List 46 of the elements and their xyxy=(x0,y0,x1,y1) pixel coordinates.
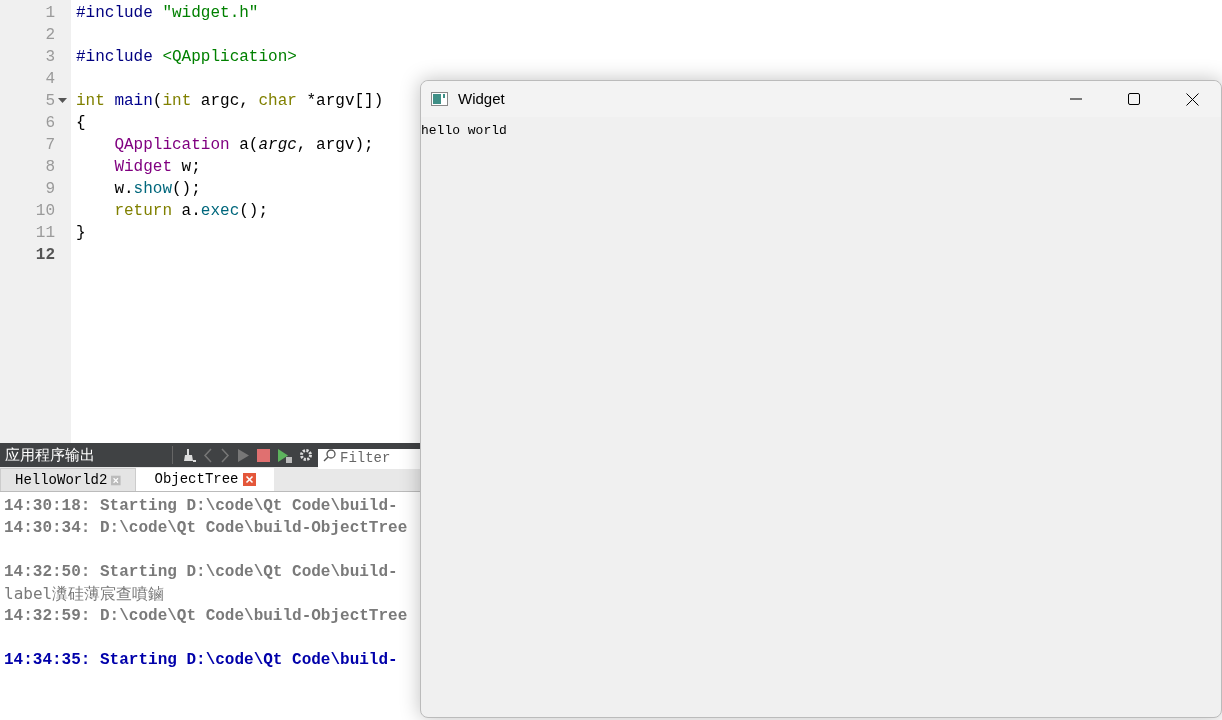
line-number: 1 xyxy=(45,3,55,24)
code-line: Widget w; xyxy=(113,157,201,178)
app-icon xyxy=(431,92,448,106)
code-line: int main(int argc, char *argv[]) xyxy=(76,91,384,112)
close-icon[interactable] xyxy=(242,473,256,486)
stop-icon[interactable] xyxy=(257,448,270,462)
line-number: 12 xyxy=(35,245,55,266)
line-number: 11 xyxy=(35,223,55,244)
close-icon xyxy=(1185,92,1199,106)
label-text: hello world xyxy=(421,123,507,138)
line-number: 8 xyxy=(45,157,55,178)
output-line: label瀵硅薄宸查噴鏀 xyxy=(4,583,165,605)
line-number: 6 xyxy=(45,113,55,134)
broom-icon[interactable] xyxy=(181,447,196,463)
search-icon xyxy=(323,449,336,462)
code-line: QApplication a(argc, argv); xyxy=(113,135,374,156)
line-number: 3 xyxy=(45,47,55,68)
code-line: { xyxy=(76,113,86,134)
pane-title: 应用程序输出 xyxy=(4,444,96,465)
filter-field[interactable]: Filter xyxy=(318,448,420,469)
close-icon[interactable] xyxy=(111,473,121,487)
code-line: } xyxy=(76,223,86,244)
tab[interactable]: HelloWorld2 xyxy=(0,468,136,491)
output-line: 14:32:50: Starting D:\code\Qt Code\build- xyxy=(4,562,398,583)
line-number: 2 xyxy=(45,25,55,46)
debug-run-icon[interactable] xyxy=(277,447,292,463)
line-number: 9 xyxy=(45,179,55,200)
output-line: 14:34:35: Starting D:\code\Qt Code\build- xyxy=(4,650,398,671)
code-line: #include "widget.h" xyxy=(76,3,259,24)
line-number: 10 xyxy=(35,201,55,222)
output-line: 14:32:59: D:\code\Qt Code\build-ObjectTree xyxy=(4,606,408,627)
output-line: 14:30:18: Starting D:\code\Qt Code\build- xyxy=(4,496,398,517)
line-number: 7 xyxy=(45,135,55,156)
code-line: #include <QApplication> xyxy=(76,47,297,68)
code-line: return a.exec(); xyxy=(113,201,269,222)
minimize-icon xyxy=(1070,98,1082,100)
window-title: Widget xyxy=(458,88,505,109)
line-number: 4 xyxy=(45,69,55,90)
code-line: w.show(); xyxy=(113,179,201,200)
tab[interactable]: ObjectTree xyxy=(136,468,274,491)
maximize-icon xyxy=(1128,93,1140,105)
run-icon[interactable] xyxy=(237,447,250,463)
fold-arrow-icon[interactable] xyxy=(58,98,67,104)
output-line: 14:30:34: D:\code\Qt Code\build-ObjectTree xyxy=(4,518,408,539)
settings-icon[interactable] xyxy=(299,448,313,462)
line-number: 5 xyxy=(45,91,55,112)
